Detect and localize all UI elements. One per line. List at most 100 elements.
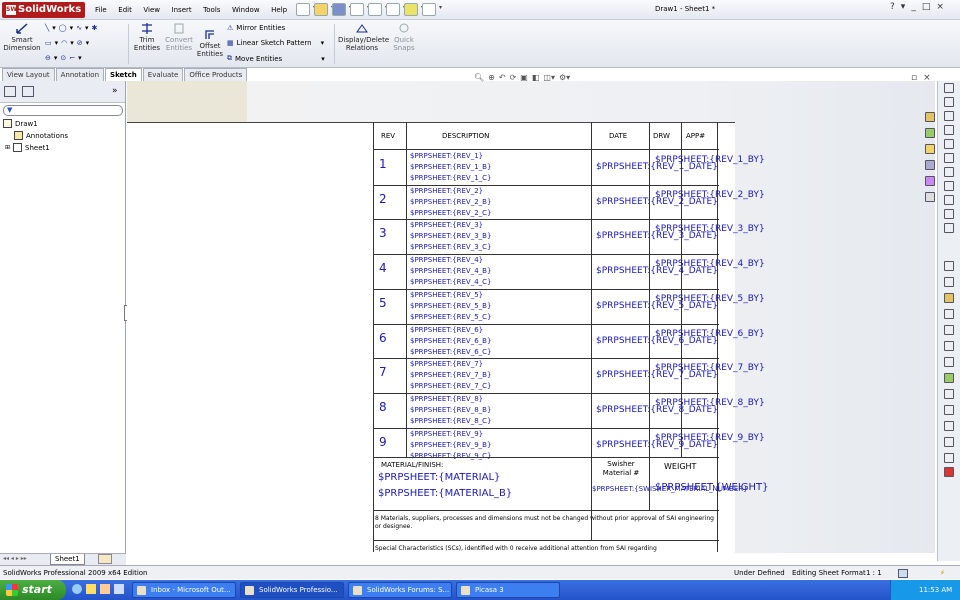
arc-icon[interactable]: ◠ — [61, 39, 67, 47]
ellipse-dropdown-icon[interactable]: ▾ — [86, 39, 90, 47]
annotation-weld-icon[interactable] — [944, 325, 954, 335]
mirror-entities-button[interactable]: ⚠ Mirror Entities — [227, 24, 285, 32]
polygon-icon[interactable]: ⊙ — [60, 54, 66, 62]
taskbar-item-forums[interactable]: SolidWorks Forums: S... — [348, 582, 452, 598]
annotation-color-icon[interactable] — [944, 467, 954, 477]
taskbar-item-picasa[interactable]: Picasa 3 — [456, 582, 560, 598]
slot-icon[interactable]: ⊖ — [45, 54, 51, 62]
menu-view[interactable]: View — [143, 6, 160, 14]
tab-sketch[interactable]: Sketch — [105, 68, 142, 81]
circle-dropdown-icon[interactable]: ▾ — [70, 24, 74, 32]
offset-entities-button[interactable]: Offset Entities — [196, 28, 224, 58]
minimize-icon[interactable]: _ — [911, 2, 916, 12]
point-icon[interactable]: ✱ — [91, 24, 97, 32]
tab-view-layout[interactable]: View Layout — [2, 68, 55, 81]
menu-help[interactable]: Help — [271, 6, 287, 14]
tree-filter-input[interactable]: ▼ — [3, 105, 123, 116]
solidworks-logo[interactable]: SWSolidWorks — [2, 2, 85, 18]
graphics-area[interactable]: REV DESCRIPTION DATE DRW APP# 1 $PRPSHEET… — [127, 81, 935, 553]
file-explorer-icon[interactable] — [925, 144, 935, 154]
feature-tree-tab-icon[interactable] — [4, 86, 16, 97]
view-layout-icon-3[interactable] — [944, 125, 954, 135]
tab-evaluate[interactable]: Evaluate — [142, 68, 184, 81]
display-delete-relations-button[interactable]: Display/Delete Relations — [338, 22, 389, 52]
sheet-tab-sheet1[interactable]: Sheet1 — [50, 554, 85, 565]
open-folder-icon[interactable] — [314, 3, 334, 16]
tree-item-root[interactable]: Draw1 — [3, 119, 38, 128]
appearances-icon[interactable] — [925, 176, 935, 186]
design-library-icon[interactable] — [925, 128, 935, 138]
restore-document-icon[interactable]: ▫ — [911, 73, 917, 83]
slot-dropdown-icon[interactable]: ▾ — [54, 54, 58, 62]
menu-window[interactable]: Window — [232, 6, 260, 14]
view-layout-icon-10[interactable] — [944, 223, 954, 233]
expand-panel-icon[interactable]: » — [112, 86, 118, 96]
tab-annotation[interactable]: Annotation — [55, 68, 105, 81]
taskbar-item-solidworks[interactable]: SolidWorks Professio... — [240, 582, 344, 598]
circle-icon[interactable]: ◯ — [59, 24, 67, 32]
trim-entities-button[interactable]: Trim Entities — [132, 22, 162, 52]
convert-entities-button[interactable]: Convert Entities — [164, 22, 194, 52]
fillet-icon[interactable]: ⌐ — [69, 54, 75, 62]
arc-dropdown-icon[interactable]: ▾ — [70, 39, 74, 47]
line-icon[interactable]: ╲ — [45, 24, 49, 32]
tab-office-products[interactable]: Office Products — [184, 68, 248, 81]
rectangle-dropdown-icon[interactable]: ▾ — [55, 39, 59, 47]
expand-icon[interactable]: ⊞ — [5, 144, 10, 151]
display-style-icon[interactable]: ◫▾ — [543, 73, 555, 82]
property-manager-tab-icon[interactable] — [22, 86, 34, 97]
ie-icon[interactable] — [72, 584, 82, 594]
help-icon[interactable]: ? — [890, 2, 895, 12]
task-pane-icon[interactable] — [944, 83, 954, 93]
rectangle-icon[interactable]: ▭ — [45, 39, 52, 47]
clock[interactable]: 11:53 AM — [919, 586, 952, 594]
view-layout-icon-8[interactable] — [944, 195, 954, 205]
fillet-dropdown-icon[interactable]: ▾ — [78, 54, 82, 62]
close-document-icon[interactable]: × — [923, 73, 931, 83]
menu-insert[interactable]: Insert — [172, 6, 192, 14]
hide-show-items-icon[interactable]: ⚙▾ — [559, 73, 570, 82]
linear-pattern-dropdown-icon[interactable]: ▾ — [321, 39, 325, 47]
ellipse-icon[interactable]: ⊘ — [77, 39, 83, 47]
help-dropdown-icon[interactable]: ▾ — [901, 2, 906, 12]
undo-icon[interactable] — [368, 3, 388, 16]
annotation-revision-icon[interactable] — [944, 389, 954, 399]
home-icon[interactable] — [925, 112, 935, 122]
view-palette-icon[interactable] — [925, 160, 935, 170]
zoom-to-fit-icon[interactable]: 🔍︎ — [474, 73, 484, 82]
line-dropdown-icon[interactable]: ▾ — [52, 24, 56, 32]
new-document-icon[interactable] — [296, 3, 316, 16]
view-layout-icon-6[interactable] — [944, 167, 954, 177]
revision-table[interactable]: REV DESCRIPTION DATE DRW APP# 1 $PRPSHEET… — [373, 122, 769, 552]
view-layout-icon-1[interactable] — [944, 97, 954, 107]
annotation-datum-icon[interactable] — [944, 341, 954, 351]
section-view-icon[interactable]: ▣ — [520, 73, 528, 82]
status-help-icon[interactable] — [898, 569, 908, 578]
annotation-balloon-icon[interactable] — [944, 277, 954, 287]
previous-view-icon[interactable]: ↶ — [499, 73, 506, 82]
annotation-table-icon[interactable] — [944, 373, 954, 383]
add-sheet-icon[interactable] — [98, 554, 112, 564]
close-icon[interactable]: × — [936, 2, 944, 12]
desktop-icon[interactable] — [114, 584, 124, 594]
status-scale[interactable]: 1 : 1 — [866, 569, 882, 577]
annotation-surface-icon[interactable] — [944, 309, 954, 319]
zoom-area-icon[interactable]: ⊕ — [488, 73, 495, 82]
spline-dropdown-icon[interactable]: ▾ — [85, 24, 89, 32]
annotation-note-icon[interactable] — [944, 293, 954, 303]
move-entities-button[interactable]: ⧉ Move Entities ▾ — [227, 54, 325, 63]
annotation-area-hatch-icon[interactable] — [944, 437, 954, 447]
menu-tools[interactable]: Tools — [203, 6, 220, 14]
status-rebuild-icon[interactable]: ⚡ — [940, 569, 945, 577]
select-pointer-icon[interactable] — [386, 3, 406, 16]
annotation-text-icon[interactable] — [944, 261, 954, 271]
menu-edit[interactable]: Edit — [118, 6, 132, 14]
rebuild-icon[interactable] — [404, 3, 424, 16]
move-entities-dropdown-icon[interactable]: ▾ — [321, 55, 325, 63]
folder-icon[interactable] — [86, 584, 96, 594]
taskbar-item-outlook[interactable]: Inbox - Microsoft Out... — [132, 582, 236, 598]
view-layout-icon-4[interactable] — [944, 139, 954, 149]
sheet-nav-arrows-icon[interactable]: ◂◂ ◂ ▸ ▸▸ — [3, 555, 27, 562]
rotate-view-icon[interactable]: ⟳ — [510, 73, 517, 82]
print-icon[interactable] — [350, 3, 370, 16]
